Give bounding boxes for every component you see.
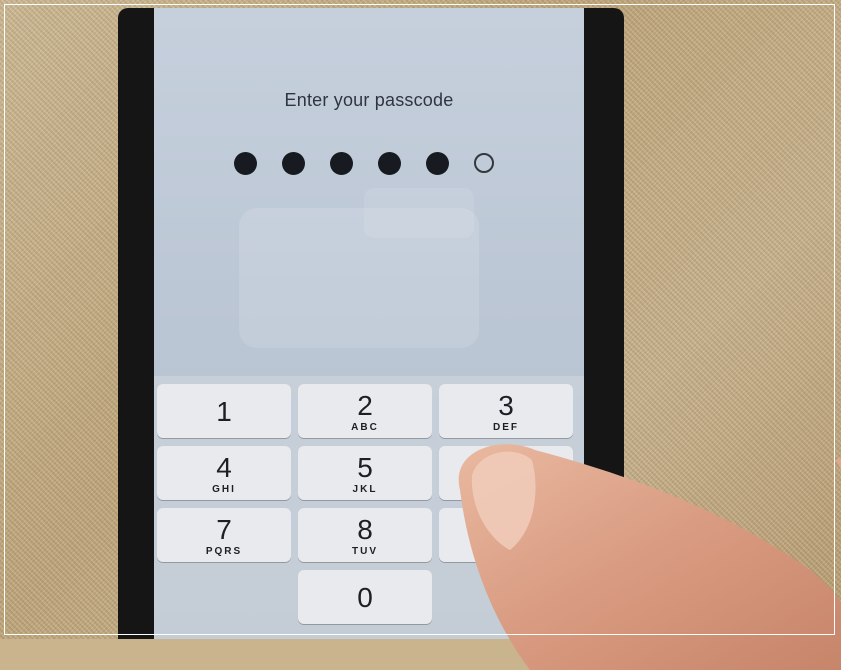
- passcode-dot-filled: [426, 151, 449, 175]
- key-7[interactable]: 7 PQRS: [157, 508, 291, 562]
- passcode-dot-filled: [282, 151, 305, 175]
- passcode-dot-filled: [330, 151, 353, 175]
- key-digit: 5: [357, 452, 373, 483]
- key-letters: ABC: [351, 422, 379, 433]
- passcode-dot-filled: [234, 151, 257, 175]
- key-0[interactable]: 0: [298, 570, 432, 624]
- passcode-dots: [234, 151, 514, 175]
- key-letters: TUV: [352, 546, 378, 557]
- key-digit: 8: [357, 514, 373, 545]
- finger-photo: [458, 444, 841, 670]
- key-letters: JKL: [352, 484, 378, 495]
- passcode-prompt: Enter your passcode: [284, 90, 454, 110]
- key-letters: GHI: [212, 484, 236, 495]
- key-digit: 1: [216, 396, 232, 427]
- key-5[interactable]: 5 JKL: [298, 446, 432, 500]
- key-digit: 2: [357, 390, 373, 421]
- key-8[interactable]: 8 TUV: [298, 508, 432, 562]
- key-digit: 7: [216, 514, 232, 545]
- background-reflection-top: [364, 188, 474, 238]
- key-2[interactable]: 2 ABC: [298, 384, 432, 438]
- key-1[interactable]: 1: [157, 384, 291, 438]
- passcode-dot-filled: [378, 151, 401, 175]
- key-digit: 0: [357, 582, 373, 613]
- key-digit: 3: [498, 390, 514, 421]
- key-digit: 4: [216, 452, 232, 483]
- key-letters: PQRS: [205, 546, 243, 557]
- key-4[interactable]: 4 GHI: [157, 446, 291, 500]
- passcode-dot-empty: [474, 153, 494, 173]
